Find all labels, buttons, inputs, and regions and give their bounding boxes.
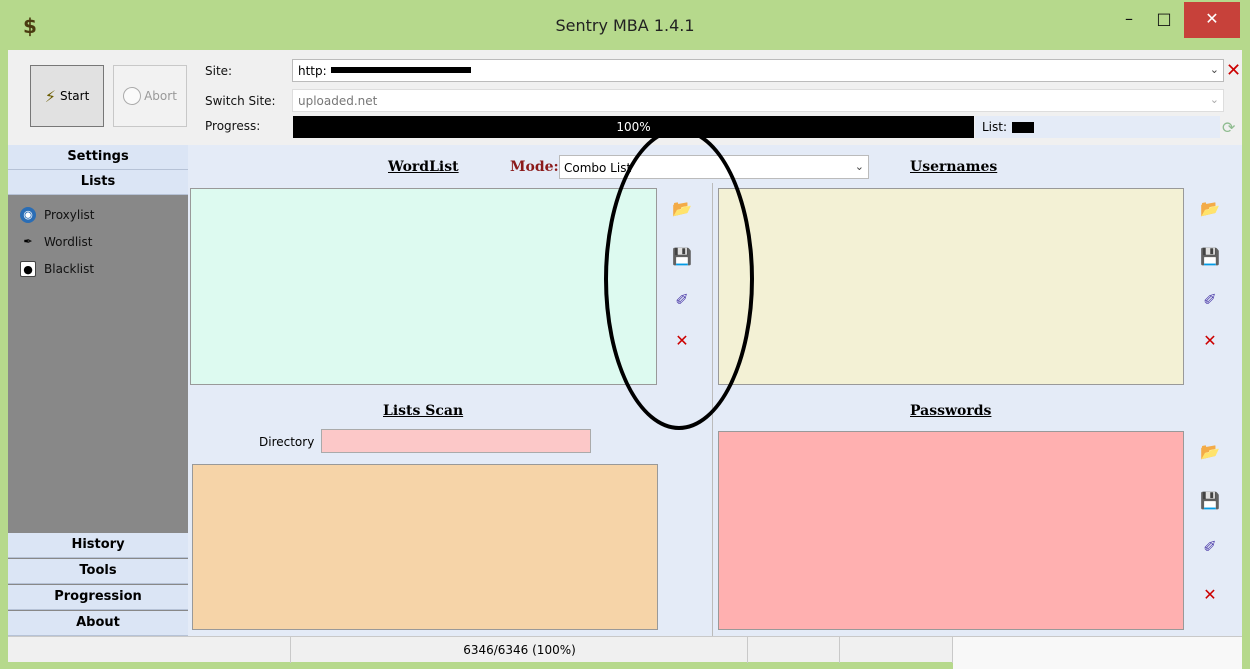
- status-blank: [953, 637, 1242, 669]
- wordlist-textarea[interactable]: [190, 188, 657, 385]
- close-button[interactable]: ✕: [1184, 2, 1240, 38]
- folder-open-icon[interactable]: 📂: [1200, 199, 1220, 219]
- chevron-down-icon[interactable]: ⌄: [1210, 93, 1219, 106]
- nav-settings[interactable]: Settings: [8, 145, 188, 170]
- delete-icon[interactable]: ✕: [1200, 585, 1220, 605]
- directory-label: Directory: [259, 435, 315, 449]
- nav-tools[interactable]: Tools: [8, 559, 188, 584]
- wordlist-title: WordList: [388, 159, 459, 175]
- folder-open-icon[interactable]: 📂: [1200, 442, 1220, 462]
- nav-item-label: Wordlist: [44, 235, 93, 249]
- lightning-icon: ⚡: [44, 86, 56, 106]
- nav-progression[interactable]: Progression: [8, 585, 188, 610]
- chevron-down-icon[interactable]: ⌄: [1210, 63, 1219, 76]
- nav-item-proxylist[interactable]: ◉ Proxylist: [20, 204, 95, 226]
- maximize-button[interactable]: □: [1142, 2, 1186, 38]
- status-cell: [8, 637, 291, 663]
- lists-scan-title: Lists Scan: [383, 403, 464, 419]
- start-label: Start: [59, 89, 90, 103]
- sidebar: Settings Lists ◉ Proxylist ✒ Wordlist ● …: [8, 145, 188, 636]
- app-window: $ Sentry MBA 1.4.1 – □ ✕ ⚡ Start Abort S…: [0, 0, 1250, 669]
- switch-site-label: Switch Site:: [205, 94, 276, 108]
- chevron-down-icon[interactable]: ⌄: [855, 160, 864, 173]
- site-value: http:: [298, 64, 327, 78]
- broom-icon[interactable]: ✐: [1200, 290, 1220, 310]
- globe-icon: ◉: [20, 207, 36, 223]
- broom-icon[interactable]: ✐: [1200, 537, 1220, 557]
- nav-item-blacklist[interactable]: ● Blacklist: [20, 258, 94, 280]
- usernames-title: Usernames: [910, 159, 998, 175]
- nav-history[interactable]: History: [8, 533, 188, 558]
- status-cell: [748, 637, 840, 663]
- status-cell: [840, 637, 953, 663]
- switch-site-value: uploaded.net: [298, 94, 378, 108]
- delete-icon[interactable]: ✕: [1200, 331, 1220, 351]
- nav-item-wordlist[interactable]: ✒ Wordlist: [20, 231, 92, 253]
- abort-button[interactable]: Abort: [113, 65, 187, 127]
- control-panel: ⚡ Start Abort Site: http: ⌄ ✕ Switch Sit…: [8, 50, 1242, 145]
- floppy-disk-icon[interactable]: 💾: [1200, 491, 1220, 511]
- floppy-disk-icon[interactable]: 💾: [1200, 247, 1220, 267]
- refresh-icon[interactable]: ⟳: [1222, 118, 1235, 137]
- progress-label: Progress:: [205, 119, 261, 133]
- usernames-textarea[interactable]: [718, 188, 1184, 385]
- mode-label: Mode:: [510, 159, 559, 175]
- directory-input[interactable]: [321, 429, 591, 453]
- clear-site-icon[interactable]: ✕: [1226, 60, 1241, 81]
- site-input[interactable]: http: ⌄: [292, 59, 1224, 82]
- switch-site-input[interactable]: uploaded.net ⌄: [292, 89, 1224, 112]
- progress-bar: 100%: [293, 116, 974, 138]
- mode-value: Combo List: [564, 161, 632, 175]
- site-label: Site:: [205, 64, 233, 78]
- passwords-textarea[interactable]: [718, 431, 1184, 630]
- abort-label: Abort: [144, 89, 177, 103]
- nav-about[interactable]: About: [8, 611, 188, 636]
- list-indicator: List:: [975, 116, 1220, 138]
- nav-item-label: Proxylist: [44, 208, 95, 222]
- lists-scan-textarea[interactable]: [192, 464, 658, 630]
- status-bar: 6346/6346 (100%): [8, 636, 1242, 669]
- list-label: List:: [982, 120, 1008, 134]
- feather-icon: ✒: [23, 235, 33, 248]
- start-button[interactable]: ⚡ Start: [30, 65, 104, 127]
- annotation-circle: [604, 128, 754, 430]
- list-value-block: [1012, 122, 1034, 133]
- window-title: Sentry MBA 1.4.1: [555, 16, 695, 35]
- abort-circle-icon: [123, 87, 142, 105]
- nav-item-label: Blacklist: [44, 262, 95, 276]
- redacted-block: [331, 67, 471, 73]
- status-cell: [291, 637, 748, 663]
- title-bar: $ Sentry MBA 1.4.1 – □ ✕: [0, 0, 1250, 50]
- nav-lists[interactable]: Lists: [8, 170, 188, 195]
- eye-icon: ●: [20, 261, 36, 277]
- passwords-title: Passwords: [910, 403, 992, 419]
